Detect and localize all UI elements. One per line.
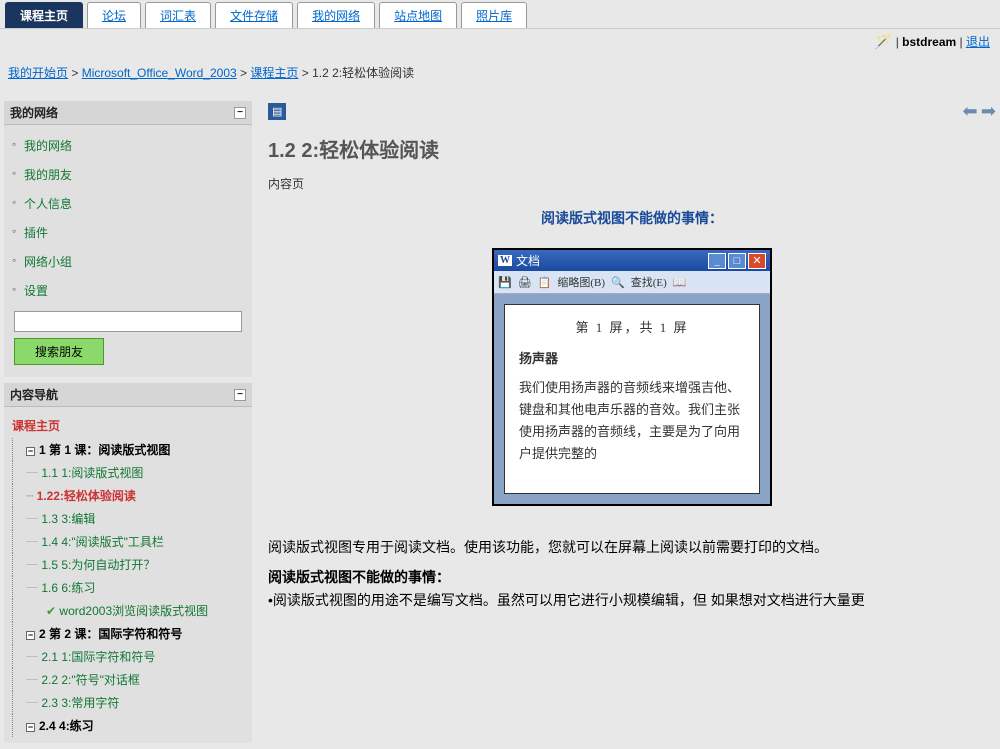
close-icon[interactable]: ✕	[748, 253, 766, 269]
tab-mynetwork[interactable]: 我的网络	[297, 2, 375, 28]
menu-settings[interactable]: 设置	[24, 284, 48, 298]
crumb-home[interactable]: 课程主页	[250, 66, 298, 80]
crumb-current: 1.2 2:轻松体验阅读	[312, 66, 414, 80]
print-icon[interactable]: 🖨	[518, 276, 532, 289]
menu-groups[interactable]: 网络小组	[24, 255, 72, 269]
book-icon[interactable]: 📖	[673, 276, 687, 289]
word-window: W 文档 _ □ ✕ 💾 🖨 📋 缩略图(B) 🔍 查找(E) 📖	[492, 248, 772, 506]
content-tree: −1 第 1 课：阅读版式视图 ┈ 1.1 1:阅读版式视图 ┈ 1.22:轻松…	[6, 438, 250, 737]
tree-item-checked[interactable]: ✔ word2003浏览阅读版式视图	[6, 599, 250, 622]
document-icon: ▤	[268, 103, 286, 120]
tree-root[interactable]: 课程主页	[6, 413, 250, 438]
crumb-start[interactable]: 我的开始页	[8, 66, 68, 80]
panel-contentnav-title: 内容导航	[10, 386, 58, 403]
wand-icon[interactable]: 🪄	[875, 33, 892, 49]
username: bstdream	[902, 35, 956, 49]
breadcrumb: 我的开始页 > Microsoft_Office_Word_2003 > 课程主…	[0, 54, 1000, 101]
top-tabs: 课程主页 论坛 词汇表 文件存储 我的网络 站点地图 照片库	[0, 0, 1000, 29]
thumbnail-button[interactable]: 缩略图(B)	[557, 274, 605, 290]
panel-mynetwork-title: 我的网络	[10, 104, 58, 121]
tree-item[interactable]: ┈ 2.3 3:常用字符	[6, 691, 250, 714]
doc-title: 扬声器	[519, 348, 745, 367]
panel-contentnav: 内容导航 − 课程主页 −1 第 1 课：阅读版式视图 ┈ 1.1 1:阅读版式…	[4, 383, 252, 743]
tree-item-current[interactable]: ┈ 1.22:轻松体验阅读	[6, 484, 250, 507]
tree-item[interactable]: ┈ 1.4 4:"阅读版式"工具栏	[6, 530, 250, 553]
tab-sitemap[interactable]: 站点地图	[379, 2, 457, 28]
save-icon[interactable]: 💾	[498, 276, 512, 289]
search-friends-input[interactable]	[14, 311, 242, 332]
page-title: 1.2 2:轻松体验阅读	[268, 134, 996, 163]
body-heading: 阅读版式视图不能做的事情：	[268, 566, 996, 588]
next-arrow-icon[interactable]: ➡	[981, 101, 996, 121]
section-heading: 阅读版式视图不能做的事情：	[268, 208, 996, 228]
panel-mynetwork: 我的网络 − 我的网络 我的朋友 个人信息 插件 网络小组 设置 搜索朋友	[4, 101, 252, 377]
prev-arrow-icon[interactable]: ⬅	[962, 101, 977, 121]
crumb-course[interactable]: Microsoft_Office_Word_2003	[82, 66, 237, 80]
body-paragraph: 阅读版式视图专用于阅读文档。使用该功能，您就可以在屏幕上阅读以前需要打印的文档。	[268, 536, 996, 558]
menu-myfriends[interactable]: 我的朋友	[24, 168, 72, 182]
menu-plugins[interactable]: 插件	[24, 226, 48, 240]
menu-mynetwork[interactable]: 我的网络	[24, 139, 72, 153]
tree-item[interactable]: ┈ 1.6 6:练习	[6, 576, 250, 599]
menu-profile[interactable]: 个人信息	[24, 197, 72, 211]
tree-item[interactable]: ┈ 1.1 1:阅读版式视图	[6, 461, 250, 484]
collapse-icon[interactable]: −	[234, 389, 246, 401]
tree-item[interactable]: ┈ 2.2 2:"符号"对话框	[6, 668, 250, 691]
tree-item[interactable]: ┈ 1.5 5:为何自动打开？	[6, 553, 250, 576]
page-indicator: 第 1 屏，共 1 屏	[519, 317, 745, 336]
logout-link[interactable]: 退出	[966, 35, 990, 49]
sidebar: 我的网络 − 我的网络 我的朋友 个人信息 插件 网络小组 设置 搜索朋友	[4, 101, 252, 749]
window-title: 文档	[516, 252, 540, 269]
tree-item[interactable]: ┈ 2.1 1:国际字符和符号	[6, 645, 250, 668]
tree-lesson-1[interactable]: −1 第 1 课：阅读版式视图	[6, 438, 250, 461]
user-bar: 🪄 | bstdream | 退出	[0, 29, 1000, 54]
body-text: 阅读版式视图专用于阅读文档。使用该功能，您就可以在屏幕上阅读以前需要打印的文档。…	[268, 536, 996, 611]
body-paragraph: •阅读版式视图的用途不是编写文档。虽然可以用它进行小规模编辑，但 如果想对文档进…	[268, 589, 996, 611]
search-friends-button[interactable]: 搜索朋友	[14, 338, 104, 365]
document-page: 第 1 屏，共 1 屏 扬声器 我们使用扬声器的音频线来增强吉他、键盘和其他电声…	[504, 304, 760, 494]
minimize-icon[interactable]: _	[708, 253, 726, 269]
window-titlebar: W 文档 _ □ ✕	[494, 250, 770, 271]
tree-lesson-2[interactable]: −2 第 2 课：国际字符和符号	[6, 622, 250, 645]
nav-arrows: ⬅ ➡	[962, 101, 996, 122]
collapse-icon[interactable]: −	[234, 107, 246, 119]
clipboard-icon[interactable]: 📋	[538, 276, 552, 289]
main-content: ▤ ⬅ ➡ 1.2 2:轻松体验阅读 内容页 阅读版式视图不能做的事情： W 文…	[252, 101, 996, 611]
maximize-icon[interactable]: □	[728, 253, 746, 269]
window-toolbar: 💾 🖨 📋 缩略图(B) 🔍 查找(E) 📖	[494, 271, 770, 294]
tab-filestorage[interactable]: 文件存储	[215, 2, 293, 28]
doc-body-text: 我们使用扬声器的音频线来增强吉他、键盘和其他电声乐器的音效。我们主张使用扬声器的…	[519, 377, 745, 465]
tree-lesson-practice[interactable]: −2.4 4:练习	[6, 714, 250, 737]
word-app-icon: W	[498, 255, 512, 266]
tab-gallery[interactable]: 照片库	[461, 2, 527, 28]
find-button[interactable]: 查找(E)	[631, 274, 667, 290]
tab-course-home[interactable]: 课程主页	[5, 2, 83, 28]
tab-forum[interactable]: 论坛	[87, 2, 141, 28]
tree-item[interactable]: ┈ 1.3 3:编辑	[6, 507, 250, 530]
search-icon[interactable]: 🔍	[611, 276, 625, 289]
tab-glossary[interactable]: 词汇表	[145, 2, 211, 28]
page-subtitle: 内容页	[268, 175, 996, 192]
